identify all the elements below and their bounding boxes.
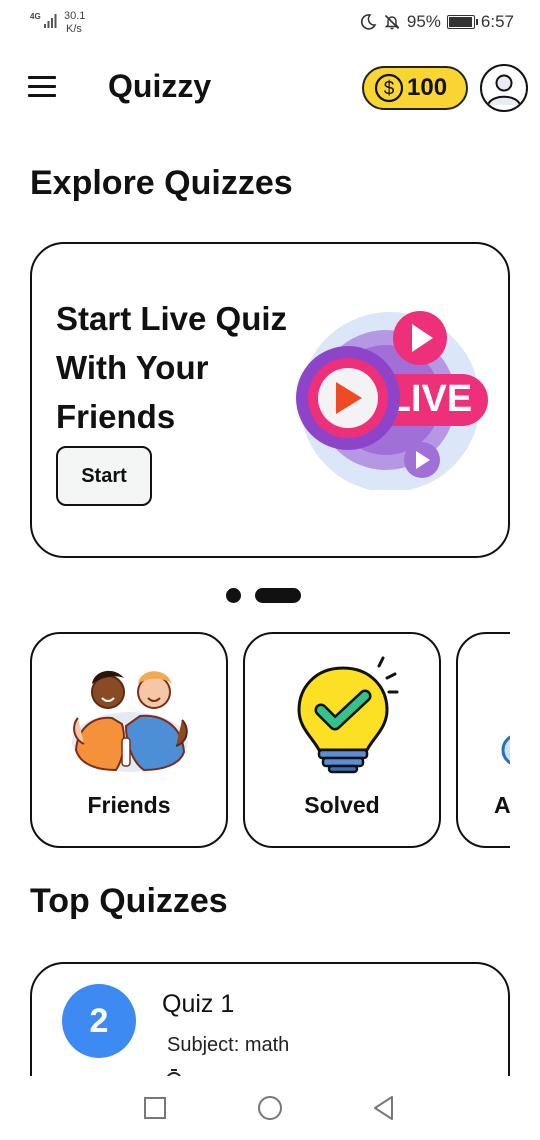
network-speed-value: 30.1 [64,10,86,22]
home-icon[interactable] [256,1094,284,1122]
network-type: 4G [30,12,41,21]
category-label: Solved [304,792,380,818]
carousel-indicator [226,588,301,603]
user-icon [484,68,524,108]
category-row: Friends Solved Al [30,632,510,848]
app-title: Quizzy [108,68,212,104]
explore-heading: Explore Quizzes [30,164,293,202]
live-badge-text: LIVE [388,378,472,420]
lightbulb-check-icon [297,656,399,774]
bell-off-icon [384,14,400,30]
profile-avatar[interactable] [480,64,528,112]
top-quizzes-heading: Top Quizzes [30,882,228,920]
category-label: Friends [87,792,171,818]
coin-balance[interactable]: $ 100 [362,66,468,110]
category-all[interactable]: Al [456,632,510,848]
start-button[interactable]: Start [56,446,152,506]
category-friends[interactable]: Friends [30,632,228,848]
friends-icon [72,670,188,772]
battery-icon [446,15,478,29]
live-video-icon: LIVE [296,311,488,490]
quiz-card[interactable]: 2 Quiz 1 Subject: math [30,962,510,1076]
svg-text:$: $ [384,79,395,100]
moon-icon [360,14,377,30]
quiz-subject: Subject: math [167,1034,290,1056]
quiz-list: 2 Quiz 1 Subject: math [0,960,540,1076]
dollar-coin-icon: $ [374,73,404,103]
category-solved[interactable]: Solved [243,632,441,848]
timer-icon [167,1069,181,1076]
banner-title: Start Live Quiz With Your Friends [56,300,288,435]
recent-apps-icon[interactable] [141,1094,169,1122]
status-bar: 4G 30.1 K/s 95% 6:57 [0,0,540,46]
quiz-number-badge: 2 [62,984,136,1058]
live-quiz-banner[interactable]: Start Live Quiz With Your Friends Start … [30,242,510,558]
clock: 6:57 [480,12,514,31]
carousel-dot[interactable] [226,588,241,603]
category-label: Al [494,792,510,818]
signal-icon [44,14,57,28]
quiz-name: Quiz 1 [162,990,235,1018]
menu-icon[interactable] [28,76,56,98]
system-nav-bar [0,1076,540,1140]
battery-percent: 95% [406,12,441,31]
carousel-dot-active[interactable] [255,588,301,603]
network-speed-unit: K/s [66,23,82,35]
coin-count: 100 [407,74,448,101]
back-icon[interactable] [370,1094,398,1122]
status-right: 95% 6:57 [359,12,514,32]
network-speed: 30.1 K/s [64,10,85,36]
battery-fill [448,17,472,27]
clock-icon [501,735,510,765]
